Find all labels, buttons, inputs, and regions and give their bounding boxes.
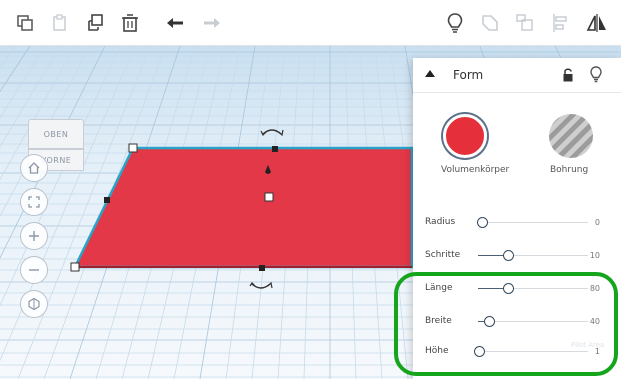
property-slider[interactable] <box>478 250 588 262</box>
inspector-title: Form <box>453 68 484 82</box>
paste-icon[interactable] <box>45 8 75 38</box>
lightbulb-icon[interactable] <box>440 8 470 38</box>
slider-knob[interactable] <box>503 250 514 261</box>
corner-handle[interactable] <box>70 262 80 272</box>
inspector-header: Form <box>413 58 621 93</box>
slider-track[interactable] <box>478 222 588 223</box>
zoom-out-icon[interactable] <box>20 256 48 284</box>
solid-color-swatch[interactable] <box>443 114 487 158</box>
trash-icon[interactable] <box>115 8 145 38</box>
property-label: Schritte <box>425 250 461 260</box>
toolbar <box>0 0 621 46</box>
home-icon[interactable] <box>20 154 48 182</box>
solid-label[interactable]: Volumenkörper <box>441 165 509 175</box>
highlight-outline <box>394 272 618 376</box>
view-cube-top[interactable]: OBEN <box>28 119 84 149</box>
edge-handle[interactable] <box>104 197 110 203</box>
edge-handle[interactable] <box>272 146 278 152</box>
property-value[interactable]: 10 <box>590 251 600 260</box>
selected-shape[interactable] <box>73 146 414 269</box>
property-slider[interactable] <box>477 217 588 229</box>
view-mode-icon[interactable] <box>20 290 48 318</box>
hole-label[interactable]: Bohrung <box>550 165 588 175</box>
fit-all-icon[interactable] <box>20 188 48 216</box>
slider-knob[interactable] <box>477 217 488 228</box>
height-handle[interactable] <box>264 192 274 202</box>
property-value[interactable]: 0 <box>595 218 600 227</box>
hole-swatch[interactable] <box>549 114 593 158</box>
zoom-in-icon[interactable] <box>20 222 48 250</box>
collapse-icon[interactable] <box>425 70 435 77</box>
group-icon[interactable] <box>475 8 505 38</box>
ungroup-icon[interactable] <box>510 8 540 38</box>
lock-icon[interactable] <box>562 67 574 87</box>
duplicate-icon[interactable] <box>80 8 110 38</box>
align-icon[interactable] <box>545 8 575 38</box>
corner-handle[interactable] <box>128 143 138 153</box>
redo-icon[interactable] <box>197 8 227 38</box>
edge-handle[interactable] <box>259 265 265 271</box>
copy-icon[interactable] <box>10 8 40 38</box>
lightbulb-icon[interactable] <box>589 66 603 87</box>
undo-icon[interactable] <box>160 8 190 38</box>
mirror-icon[interactable] <box>582 8 612 38</box>
property-label: Radius <box>425 217 456 227</box>
